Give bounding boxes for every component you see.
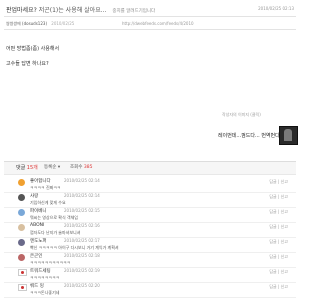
comment-actions: 답글 | 신고 <box>269 194 288 200</box>
comment-date: 2010/02/25 02:18 <box>64 253 100 258</box>
flag-icon <box>18 269 27 276</box>
reply-link[interactable]: 답글 <box>269 194 276 199</box>
comment-author[interactable]: ABONI <box>30 223 44 228</box>
title-main[interactable]: 저곤(1)는 사용해 살아요... <box>39 7 107 14</box>
report-link[interactable]: 신고 <box>281 224 288 229</box>
comment-date: 2010/02/25 02:14 <box>64 178 100 183</box>
author-meta: 2010/02/25 <box>51 21 75 26</box>
comment-actions: 답글 | 신고 <box>269 254 288 260</box>
comment-date: 2010/02/25 02:17 <box>64 238 100 243</box>
post-url[interactable]: http://dwebfeeds.com/feeds/4/2010 <box>122 21 194 26</box>
comment-date: 2010/02/25 02:16 <box>64 223 100 228</box>
comment-text: 뭐씨는 영상으로 확식 객체입 <box>30 215 78 220</box>
comment-row: 사랑 2010/02/25 02:14 기입하신게 맞게 수요 답글 | 신고 <box>4 192 296 208</box>
report-link[interactable]: 신고 <box>281 269 288 274</box>
report-link[interactable]: 신고 <box>281 194 288 199</box>
avatar[interactable] <box>18 254 25 261</box>
comments-count[interactable]: 댓글 15개 <box>16 164 38 171</box>
comment-text: ㅋㅋㅋ돈나좋기네 <box>30 290 60 295</box>
comment-actions: 답글 | 신고 <box>269 209 288 215</box>
post-quote: 레이번데...껌드다... 번역번다... <box>218 133 285 139</box>
reply-link[interactable]: 답글 <box>269 239 276 244</box>
reply-link[interactable]: 답글 <box>269 209 276 214</box>
image-caption: 작성자의 이미지 (클릭) <box>222 112 261 117</box>
avatar[interactable] <box>18 239 25 246</box>
comment-date: 2010/02/25 02:20 <box>64 283 100 288</box>
comment-row: 뤄드 밍 2010/02/25 02:20 ㅋㅋㅋ돈나좋기네 답글 | 신고 <box>4 282 296 298</box>
comment-author[interactable]: 엔도노퍼 <box>30 238 47 244</box>
post-line-1: 어떤 방법좀(좀) 사용해서 <box>6 46 60 52</box>
post-date: 2010/02/25 02:13 <box>258 6 294 11</box>
report-link[interactable]: 신고 <box>281 239 288 244</box>
view-count: 조회수 385 <box>70 165 93 170</box>
comment-author[interactable]: 은곤인 <box>30 253 42 259</box>
comment-text: ㅋㅋㅋㅋ 진짜ㅋㅋ <box>30 185 61 190</box>
author-name[interactable]: 쌍쌍쌍에 <box>6 21 21 26</box>
comment-author[interactable]: 사랑 <box>30 193 38 199</box>
divider <box>4 16 296 17</box>
post-title: 판업마세요? 저곤(1)는 사용해 살아요... 중치를 알려드기입니다 <box>6 5 155 14</box>
author-info: 쌍쌍쌍에 (dosuds123) 2010/02/25 <box>6 21 74 26</box>
avatar[interactable] <box>18 179 25 186</box>
comment-author[interactable]: 트워드세팅 <box>30 268 51 274</box>
comment-date: 2010/02/25 02:14 <box>64 193 100 198</box>
reply-link[interactable]: 답글 <box>269 179 276 184</box>
reply-link[interactable]: 답글 <box>269 269 276 274</box>
title-prefix: 판업마세요? <box>6 7 37 14</box>
report-link[interactable]: 신고 <box>281 209 288 214</box>
avatar[interactable] <box>18 194 25 201</box>
comment-row: ABONI 2010/02/25 02:16 껌자도다 난지가 술마셔보니셔 답글 |… <box>4 222 296 238</box>
avatar[interactable] <box>18 209 25 216</box>
reply-link[interactable]: 답글 <box>269 224 276 229</box>
comment-text: 껌자도다 난지가 술마셔보니셔 <box>30 230 81 235</box>
avatar[interactable] <box>18 224 25 231</box>
comment-actions: 답글 | 신고 <box>269 179 288 185</box>
post-image[interactable] <box>279 126 298 145</box>
comment-row: 트워드세팅 2010/02/25 02:19 ㅋㅋㅋㅋㅋㅋㅋㅋ 답글 | 신고 <box>4 267 296 283</box>
title-sub: 중치를 알려드기입니다 <box>112 9 156 14</box>
reply-link[interactable]: 답글 <box>269 284 276 289</box>
comment-text: 기입하신게 맞게 수요 <box>30 200 66 205</box>
person-silhouette-icon <box>284 129 292 141</box>
comment-row: 좋아합니다 2010/02/25 02:14 ㅋㅋㅋㅋ 진짜ㅋㅋ 답글 | 신고 <box>4 177 296 193</box>
reply-link[interactable]: 답글 <box>269 254 276 259</box>
flag-emblem <box>21 271 24 274</box>
comment-text: ㅋㅋㅋㅋㅋㅋㅋㅋ <box>30 275 60 280</box>
comment-actions: 답글 | 신고 <box>269 284 288 290</box>
report-link[interactable]: 신고 <box>281 179 288 184</box>
comment-row: 은곤인 2010/02/25 02:18 ㅋㅋㅋㅋㅋㅋㅋㅋㅋㅋㅋ 답글 | 신고 <box>4 252 296 268</box>
comment-row: 엔도노퍼 2010/02/25 02:17 빡신 ㅋㅋㅋㅋㅋ 아이구 다시보니 거기… <box>4 237 296 253</box>
report-link[interactable]: 신고 <box>281 254 288 259</box>
comment-author[interactable]: 좋아합니다 <box>30 178 51 184</box>
flag-emblem <box>21 286 24 289</box>
post-line-2: 고수들 답변 하나요? <box>6 61 49 67</box>
report-link[interactable]: 신고 <box>281 284 288 289</box>
comment-text: ㅋㅋㅋㅋㅋㅋㅋㅋㅋㅋㅋ <box>30 260 71 265</box>
comment-row: 파이베니 2010/02/25 02:15 뭐씨는 영상으로 확식 객체입 답글 | … <box>4 207 296 223</box>
comment-actions: 답글 | 신고 <box>269 224 288 230</box>
flag-icon <box>18 284 27 291</box>
sort-dropdown[interactable]: 등록순 ▾ <box>44 164 60 170</box>
comment-author[interactable]: 파이베니 <box>30 208 47 214</box>
comment-date: 2010/02/25 02:15 <box>64 208 100 213</box>
comment-actions: 답글 | 신고 <box>269 269 288 275</box>
comment-text: 빡신 ㅋㅋㅋㅋㅋ 아이구 다시보니 거기 계익가 계획셔 <box>30 245 119 250</box>
comment-date: 2010/02/25 02:19 <box>64 268 100 273</box>
divider <box>4 29 296 30</box>
comment-author[interactable]: 뤄드 밍 <box>30 283 44 289</box>
comment-actions: 답글 | 신고 <box>269 239 288 245</box>
author-id: (dosuds123) <box>22 21 47 26</box>
